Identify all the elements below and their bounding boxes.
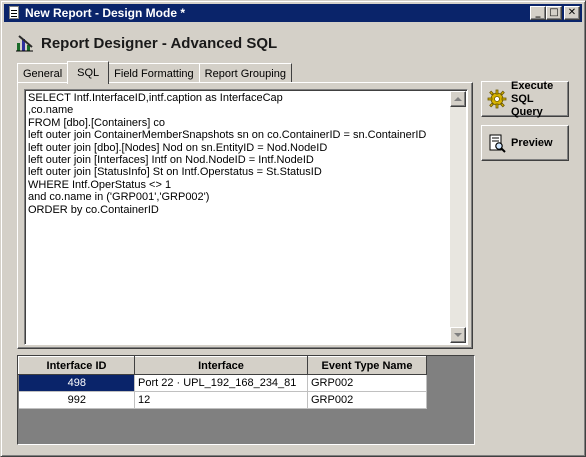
close-button[interactable]: ✕ <box>564 6 580 20</box>
scroll-up-button[interactable] <box>450 91 466 107</box>
cell-event-type[interactable]: GRP002 <box>307 374 427 392</box>
scroll-down-button[interactable] <box>450 327 466 343</box>
table-row[interactable]: 992 12 GRP002 <box>18 391 427 409</box>
minimize-button[interactable]: _ <box>530 6 546 20</box>
sql-query-text[interactable]: SELECT Intf.InterfaceID,intf.caption as … <box>28 92 448 342</box>
maximize-icon: □ <box>549 7 559 18</box>
sql-tab-panel: SELECT Intf.InterfaceID,intf.caption as … <box>17 82 473 349</box>
execute-label-line2: SQL Query <box>511 92 543 118</box>
cell-interface-id[interactable]: 498 <box>18 374 135 392</box>
gear-icon <box>487 89 507 109</box>
close-icon: ✕ <box>567 7 577 18</box>
window-title: New Report - Design Mode * <box>25 6 186 20</box>
maximize-button[interactable]: □ <box>546 6 562 20</box>
tab-report-grouping[interactable]: Report Grouping <box>198 63 292 83</box>
tab-sql[interactable]: SQL <box>67 61 110 84</box>
designer-header: Report Designer - Advanced SQL <box>15 33 277 53</box>
preview-button[interactable]: Preview <box>481 125 569 161</box>
sql-editor[interactable]: SELECT Intf.InterfaceID,intf.caption as … <box>24 89 468 345</box>
cell-interface[interactable]: 12 <box>134 391 308 409</box>
execute-sql-query-button[interactable]: Execute SQL Query <box>481 79 569 118</box>
execute-label-line1: Execute <box>511 79 554 92</box>
tab-field-formatting[interactable]: Field Formatting <box>108 63 200 83</box>
column-header-interface-id[interactable]: Interface ID <box>18 356 135 375</box>
cell-interface-id[interactable]: 992 <box>18 391 135 409</box>
table-row[interactable]: 498 Port 22 · UPL_192_168_234_81 GRP002 <box>18 374 427 392</box>
designer-icon <box>15 33 35 53</box>
column-header-interface[interactable]: Interface <box>134 356 308 375</box>
report-designer-window: New Report - Design Mode * _ □ ✕ Report … <box>0 0 586 457</box>
minimize-icon: _ <box>535 7 541 18</box>
arrow-down-icon <box>454 333 462 337</box>
tab-general[interactable]: General <box>17 63 69 83</box>
sql-vertical-scrollbar[interactable] <box>450 91 466 343</box>
cell-interface[interactable]: Port 22 · UPL_192_168_234_81 <box>134 374 308 392</box>
page-title: Report Designer - Advanced SQL <box>41 34 278 52</box>
arrow-up-icon <box>454 97 462 101</box>
document-icon <box>7 6 21 20</box>
preview-icon <box>487 133 507 153</box>
tab-strip: General SQL Field Formatting Report Grou… <box>17 61 292 84</box>
column-header-event-type-name[interactable]: Event Type Name <box>307 356 427 375</box>
cell-event-type[interactable]: GRP002 <box>307 391 427 409</box>
preview-label: Preview <box>511 136 553 149</box>
results-grid[interactable]: Interface ID Interface Event Type Name 4… <box>17 355 475 445</box>
title-bar[interactable]: New Report - Design Mode * _ □ ✕ <box>4 4 582 22</box>
